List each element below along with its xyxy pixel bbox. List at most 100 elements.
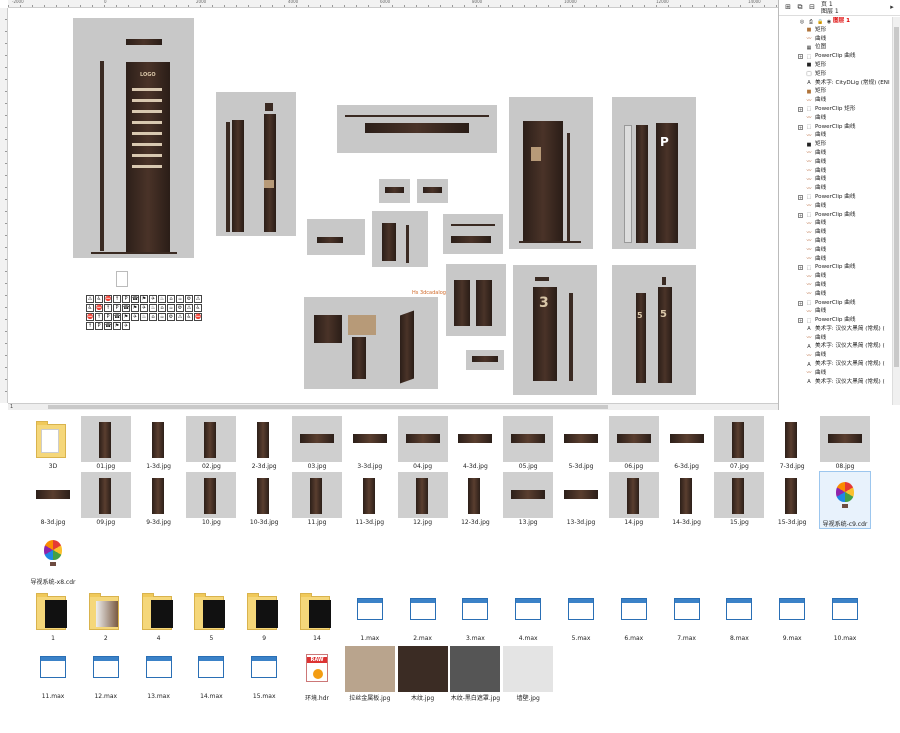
file-item[interactable]: 14.jpg — [608, 472, 659, 528]
file-item[interactable]: 3-3d.jpg — [344, 416, 395, 472]
artboard-small-4[interactable] — [372, 211, 428, 267]
horizontal-scrollbar[interactable]: 1 — [8, 403, 778, 410]
file-item[interactable]: 4-3d.jpg — [450, 416, 501, 472]
file-item[interactable]: 14-3d.jpg — [661, 472, 712, 528]
artboard-small-6[interactable] — [466, 350, 504, 370]
artboard-small-5[interactable] — [443, 214, 503, 254]
object-row[interactable]: 〰曲线 — [779, 290, 893, 299]
object-tree-scroll-thumb[interactable] — [894, 27, 899, 367]
object-row[interactable]: ■ 矩形 — [779, 61, 893, 70]
artboard-toilet-signs[interactable] — [446, 264, 506, 336]
file-item[interactable]: 10.jpg — [186, 472, 237, 528]
object-row[interactable]: 〰曲线 — [779, 158, 893, 167]
file-item[interactable]: 8.max — [714, 588, 764, 644]
object-tree-scrollbar[interactable] — [892, 17, 900, 405]
object-row[interactable]: ■ 矩形 — [779, 70, 893, 79]
lock-icon[interactable]: 🔒 — [817, 19, 823, 25]
artboard-hanging-sign[interactable] — [337, 105, 497, 153]
object-row[interactable]: A 美术字: 汉仪大黑简 (常规) ( — [779, 360, 893, 369]
vertical-ruler[interactable] — [0, 8, 8, 403]
file-item[interactable]: 5.max — [556, 588, 606, 644]
file-item[interactable]: 4.max — [503, 588, 553, 644]
object-row[interactable]: + ⬚ PowerClip 曲线 — [779, 299, 893, 308]
file-item[interactable]: 12.jpg — [397, 472, 448, 528]
object-row[interactable]: 〰曲线 — [779, 114, 893, 123]
object-row[interactable]: 〰曲线 — [779, 281, 893, 290]
file-item[interactable]: 木纹.jpg — [397, 646, 448, 702]
object-row[interactable]: + ⬚ PowerClip 曲线 — [779, 316, 893, 325]
file-item[interactable]: 3.max — [450, 588, 500, 644]
layer-manager-icon[interactable]: ⊟ — [807, 3, 817, 13]
object-row[interactable]: 〰曲线 — [779, 96, 893, 105]
object-row[interactable]: A 美术字: 汉仪大黑简 (常规) ( — [779, 325, 893, 334]
object-row[interactable]: + ⬚ PowerClip 曲线 — [779, 211, 893, 220]
object-row[interactable]: 〰曲线 — [779, 167, 893, 176]
eye-icon[interactable]: ◎ — [799, 19, 805, 25]
file-item[interactable]: 09.jpg — [80, 472, 131, 528]
file-item[interactable]: 3D — [28, 416, 78, 472]
object-row[interactable]: 〰曲线 — [779, 202, 893, 211]
file-item[interactable]: 2.max — [398, 588, 448, 644]
artboard-small-1[interactable] — [379, 179, 410, 203]
file-item[interactable]: 10.max — [820, 588, 870, 644]
file-item[interactable]: 5 — [186, 588, 236, 644]
file-item[interactable]: 9 — [239, 588, 289, 644]
file-item[interactable]: 11.jpg — [292, 472, 342, 528]
object-row[interactable]: + ⬚ PowerClip 曲线 — [779, 193, 893, 202]
edit-across-layers-icon[interactable]: ⧉ — [795, 3, 805, 13]
expand-toggle-icon[interactable]: + — [798, 124, 803, 130]
object-row[interactable]: ■ 矩形 — [779, 140, 893, 149]
file-item[interactable]: 01.jpg — [80, 416, 131, 472]
header-bar-shape[interactable] — [126, 39, 162, 45]
file-item[interactable]: 4 — [134, 588, 184, 644]
object-row[interactable]: + ⬚ PowerClip 矩形 — [779, 105, 893, 114]
object-row[interactable]: A 美术字: CityDLig (常规) (ENI — [779, 79, 893, 88]
file-item[interactable]: 导视系统-x8.cdr — [28, 530, 78, 586]
file-item[interactable]: 9-3d.jpg — [133, 472, 184, 528]
file-item[interactable]: 02.jpg — [186, 416, 237, 472]
file-item[interactable]: 08.jpg — [820, 416, 870, 472]
object-row[interactable]: 〰曲线 — [779, 184, 893, 193]
object-row[interactable]: 〰曲线 — [779, 149, 893, 158]
object-row[interactable]: 〰曲线 — [779, 175, 893, 184]
file-item[interactable]: 木纹-黑白遮罩.jpg — [450, 646, 501, 702]
object-row[interactable]: + ⬚ PowerClip 曲线 — [779, 263, 893, 272]
pictogram-sheet[interactable]: ⚠ ♿ ⛔ ↑ P ☎ ⚑ ✈ ♨ ⌂ ☕ ⚙ ⚠♿ ⛔ ↑ P ☎ ⚑ ✈ ♨ ⌂ ☕ ⚙ ⚠ ♿⛔ ↑ P ☎ ⚑ ✈ ♨ ⌂ ☕ ⚙ ⚠ ♿ ⛔↑… — [86, 295, 206, 341]
artboard-small-2[interactable] — [417, 179, 448, 203]
object-row[interactable]: 〰曲线 — [779, 237, 893, 246]
layer-row[interactable]: ◎ ⎙ 🔒 ◉ 图层 1 — [779, 17, 893, 26]
object-row[interactable]: A 美术字: 汉仪大黑简 (常规) ( — [779, 342, 893, 351]
file-item[interactable]: 06.jpg — [608, 416, 659, 472]
artboard-floor-3[interactable]: 3 — [513, 265, 597, 395]
file-item[interactable]: 14.max — [186, 646, 236, 702]
object-row[interactable]: + ⬚ PowerClip 曲线 — [779, 123, 893, 132]
file-item[interactable]: 14 — [292, 588, 342, 644]
file-item[interactable]: 2-3d.jpg — [239, 416, 290, 472]
object-row[interactable]: ■ 矩形 — [779, 87, 893, 96]
file-item[interactable]: 7-3d.jpg — [767, 416, 818, 472]
drawing-canvas[interactable]: LOGO ⚠ ♿ ⛔ ↑ P ☎ ⚑ ✈ ♨ ⌂ ☕ ⚙ ⚠♿ ⛔ ↑ P ☎ ⚑ ✈ ♨ ⌂ ☕ ⚙ ⚠ ♿⛔ ↑ P ☎ ⚑ ✈ ♨ ⌂ ☕… — [8, 8, 778, 403]
file-item[interactable]: 6-3d.jpg — [661, 416, 712, 472]
file-item[interactable]: 13-3d.jpg — [556, 472, 606, 528]
file-item[interactable]: 1-3d.jpg — [133, 416, 184, 472]
file-item[interactable]: 03.jpg — [292, 416, 342, 472]
expand-toggle-icon[interactable]: + — [798, 194, 803, 200]
file-item[interactable]: 1.max — [345, 588, 395, 644]
artboard-panel-sign[interactable] — [509, 97, 593, 249]
horizontal-ruler[interactable]: -2000 0 2000 4000 6000 8000 10000 12000 14000 — [8, 0, 778, 8]
menu-arrow-icon[interactable]: ▸ — [887, 3, 897, 13]
artboard-pylon[interactable]: LOGO — [73, 18, 194, 258]
file-item[interactable]: 07.jpg — [714, 416, 765, 472]
object-row[interactable]: 〰曲线 — [779, 228, 893, 237]
file-item[interactable]: 11-3d.jpg — [344, 472, 395, 528]
object-row[interactable]: A 美术字: 汉仪大黑简 (常规) ( — [779, 378, 893, 387]
file-item[interactable]: 8-3d.jpg — [28, 472, 78, 528]
file-item[interactable]: RAW 环境.hdr — [292, 646, 342, 702]
print-icon[interactable]: ⎙ — [808, 19, 814, 25]
file-item[interactable]: 04.jpg — [397, 416, 448, 472]
expand-toggle-icon[interactable]: + — [798, 318, 803, 324]
artboard-floor-5[interactable]: 5 5 — [612, 265, 696, 395]
object-row[interactable]: 〰曲线 — [779, 272, 893, 281]
object-row[interactable]: 〰曲线 — [779, 351, 893, 360]
object-row[interactable]: 〰曲线 — [779, 369, 893, 378]
